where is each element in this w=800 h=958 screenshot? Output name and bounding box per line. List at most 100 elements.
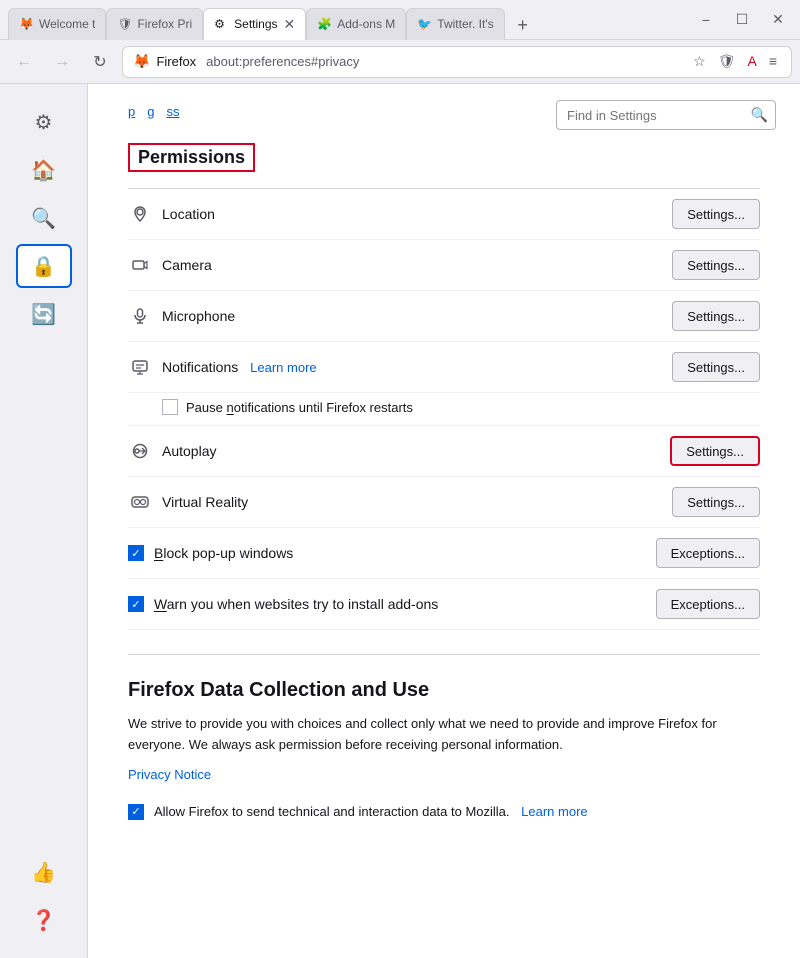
content-area: 🔍 p g ss Permissions <box>88 84 800 958</box>
vr-settings-button[interactable]: Settings... <box>672 487 760 517</box>
warn-addons-exceptions-button[interactable]: Exceptions... <box>656 589 760 619</box>
autoplay-label: Autoplay <box>162 443 670 459</box>
tab-favicon-welcome: 🦊 <box>19 17 33 31</box>
notifications-label: Notifications Learn more <box>162 359 672 375</box>
tab-addons[interactable]: 🧩 Add-ons M <box>306 8 406 40</box>
data-collection-body: We strive to provide you with choices an… <box>128 714 760 756</box>
autoplay-settings-button[interactable]: Settings... <box>670 436 760 466</box>
pause-notifications-row: Pause notifications until Firefox restar… <box>128 393 760 426</box>
warn-addons-checkbox[interactable]: ✓ <box>128 596 144 612</box>
tab-favicon-twitter: 🐦 <box>417 17 431 31</box>
new-tab-button[interactable]: + <box>509 12 537 40</box>
allow-data-learn-more-link[interactable]: Learn more <box>521 804 587 819</box>
url-prefix: Firefox <box>156 54 196 69</box>
block-popup-label: Block pop-up windows <box>154 545 646 561</box>
pause-notifications-checkbox[interactable] <box>162 399 178 415</box>
warn-addons-row: ✓ Warn you when websites try to install … <box>128 579 760 630</box>
tab-privacy[interactable]: 🛡 Firefox Pri <box>106 8 203 40</box>
data-collection-section: Firefox Data Collection and Use We striv… <box>128 679 760 830</box>
content-inner: p g ss Permissions L <box>88 84 800 870</box>
sidebar-item-help[interactable]: 👍 <box>16 850 72 894</box>
help-hand-icon: 👍 <box>31 860 56 885</box>
block-popup-exceptions-button[interactable]: Exceptions... <box>656 538 760 568</box>
close-button[interactable]: ✕ <box>764 6 792 34</box>
location-label: Location <box>162 206 672 222</box>
block-popup-checkbox[interactable]: ✓ <box>128 545 144 561</box>
sidebar-item-privacy[interactable]: 🔒 <box>16 244 72 288</box>
sidebar-item-sync[interactable]: 🔄 <box>16 292 72 336</box>
perm-item-notifications: Notifications Learn more Settings... <box>128 342 760 393</box>
tab-favicon-addons: 🧩 <box>317 17 331 31</box>
allow-data-row: ✓ Allow Firefox to send technical and in… <box>128 794 760 830</box>
main-layout: ⚙ 🏠 🔍 🔒 🔄 👍 ❓ 🔍 <box>0 84 800 958</box>
privacy-notice-link[interactable]: Privacy Notice <box>128 767 211 782</box>
camera-label: Camera <box>162 257 672 273</box>
nav-bar: ← → ↻ 🦊 Firefox about:preferences#privac… <box>0 40 800 84</box>
tab-twitter[interactable]: 🐦 Twitter. It's <box>406 8 504 40</box>
data-collection-title: Firefox Data Collection and Use <box>128 679 760 702</box>
perm-item-autoplay: Autoplay Settings... <box>128 426 760 477</box>
camera-settings-button[interactable]: Settings... <box>672 250 760 280</box>
minimize-button[interactable]: − <box>692 6 720 34</box>
tab-close-settings[interactable]: ✕ <box>284 16 296 33</box>
maximize-button[interactable]: ☐ <box>728 6 756 34</box>
permissions-title: Permissions <box>128 143 255 172</box>
location-icon <box>128 202 152 226</box>
top-link-g[interactable]: g <box>147 104 154 119</box>
menu-icon[interactable]: ≡ <box>765 51 781 72</box>
sidebar-item-settings[interactable]: ⚙ <box>16 100 72 144</box>
location-settings-button[interactable]: Settings... <box>672 199 760 229</box>
lock-icon: 🔒 <box>31 254 56 279</box>
pause-notifications-label: Pause notifications until Firefox restar… <box>186 400 413 415</box>
url-address: about:preferences#privacy <box>206 54 359 69</box>
camera-icon <box>128 253 152 277</box>
perm-item-microphone: Microphone Settings... <box>128 291 760 342</box>
tab-label-settings: Settings <box>234 17 277 31</box>
reload-button[interactable]: ↻ <box>84 46 116 78</box>
bookmark-icon[interactable]: ☆ <box>689 51 710 72</box>
sidebar-bottom: 👍 ❓ <box>16 850 72 958</box>
vr-label: Virtual Reality <box>162 494 672 510</box>
pdf-icon[interactable]: A <box>743 51 760 72</box>
tab-label-addons: Add-ons M <box>337 17 395 31</box>
vr-icon <box>128 490 152 514</box>
microphone-icon <box>128 304 152 328</box>
sidebar-item-question[interactable]: ❓ <box>16 898 72 942</box>
sidebar-item-search[interactable]: 🔍 <box>16 196 72 240</box>
warn-addons-label: Warn you when websites try to install ad… <box>154 596 646 612</box>
permissions-list: Location Settings... Camera Settings... <box>128 188 760 393</box>
notifications-settings-button[interactable]: Settings... <box>672 352 760 382</box>
firefox-icon: 🦊 <box>133 53 150 70</box>
top-link-p[interactable]: p <box>128 104 135 119</box>
gear-icon: ⚙ <box>35 110 53 135</box>
find-settings-input[interactable] <box>556 100 776 130</box>
tab-welcome[interactable]: 🦊 Welcome t <box>8 8 106 40</box>
shield-icon[interactable]: 🛡 <box>714 51 740 72</box>
sync-icon: 🔄 <box>31 302 56 327</box>
notifications-learn-more-link[interactable]: Learn more <box>250 360 316 375</box>
back-button[interactable]: ← <box>8 46 40 78</box>
home-icon: 🏠 <box>31 158 56 183</box>
microphone-settings-button[interactable]: Settings... <box>672 301 760 331</box>
permissions-section: Permissions Location Settings... <box>128 143 760 630</box>
block-popup-row: ✓ Block pop-up windows Exceptions... <box>128 528 760 579</box>
allow-data-checkbox[interactable]: ✓ <box>128 804 144 820</box>
perm-item-vr: Virtual Reality Settings... <box>128 477 760 528</box>
perm-item-camera: Camera Settings... <box>128 240 760 291</box>
autoplay-icon <box>128 439 152 463</box>
search-icon: 🔍 <box>31 206 56 231</box>
window-controls: − ☐ ✕ <box>692 6 792 34</box>
find-settings-container: 🔍 <box>556 100 776 130</box>
forward-button[interactable]: → <box>46 46 78 78</box>
top-link-ss[interactable]: ss <box>166 104 179 119</box>
perm-item-location: Location Settings... <box>128 189 760 240</box>
notifications-icon <box>128 355 152 379</box>
url-bar[interactable]: 🦊 Firefox about:preferences#privacy ☆ 🛡 … <box>122 46 792 78</box>
sidebar-item-home[interactable]: 🏠 <box>16 148 72 192</box>
tab-favicon-settings: ⚙ <box>214 17 228 31</box>
tab-strip: 🦊 Welcome t 🛡 Firefox Pri ⚙ Settings ✕ 🧩… <box>8 0 684 40</box>
question-icon: ❓ <box>31 908 56 933</box>
tab-settings[interactable]: ⚙ Settings ✕ <box>203 8 306 40</box>
title-bar: 🦊 Welcome t 🛡 Firefox Pri ⚙ Settings ✕ 🧩… <box>0 0 800 40</box>
sidebar: ⚙ 🏠 🔍 🔒 🔄 👍 ❓ <box>0 84 88 958</box>
